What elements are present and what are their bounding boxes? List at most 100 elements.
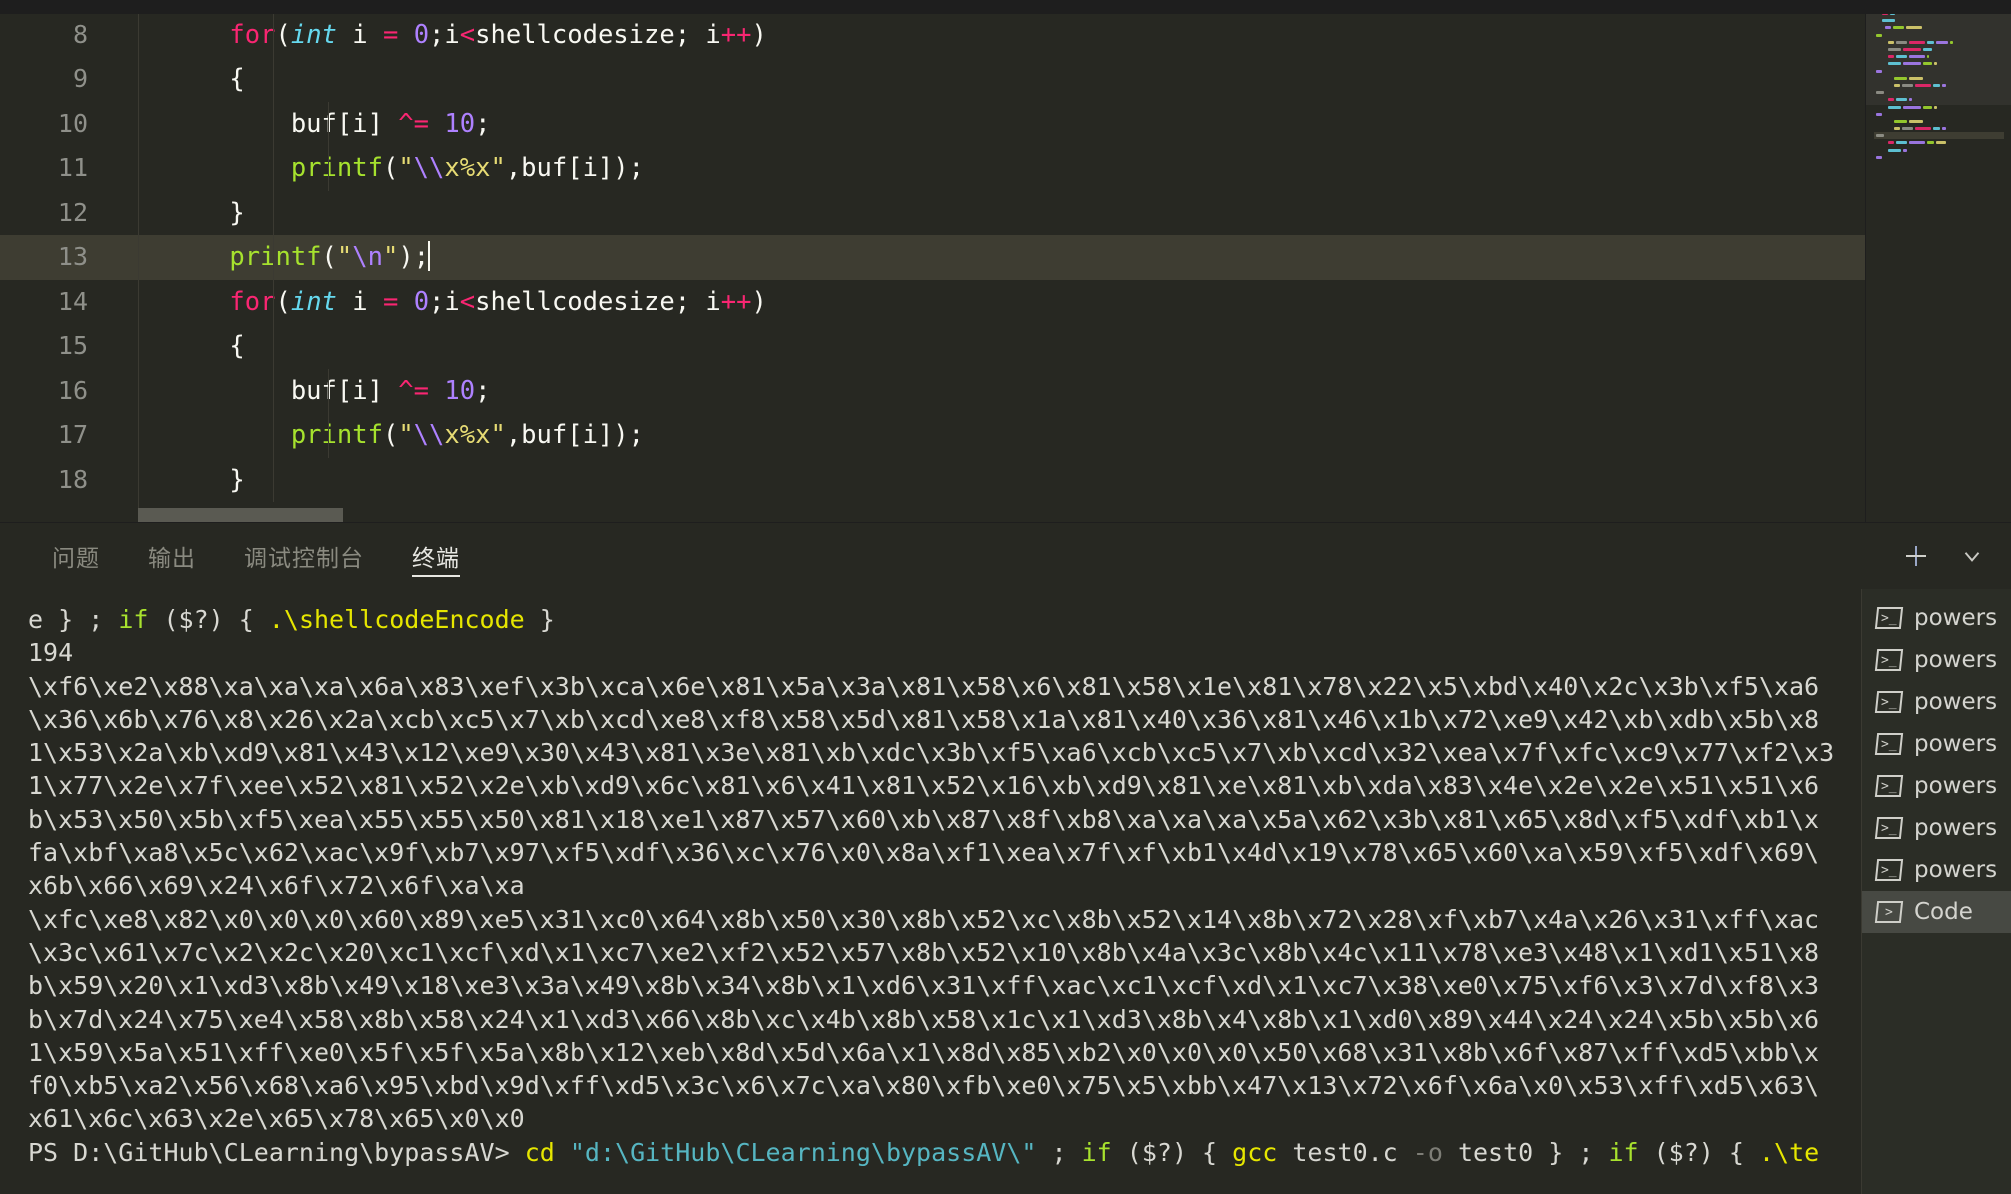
terminal-icon-glyph: >_ [1881,820,1897,836]
editor-viewport[interactable]: 7 printf("%d\n",shellcodesize);8 for(int… [0,0,2011,522]
minimap-token [1876,33,1882,37]
code-line-text: buf[i] ^= 10; [110,101,491,146]
terminal-text: 194 [28,638,74,668]
code-token: for [229,19,276,50]
terminal-instance-7[interactable]: > Code [1862,891,2011,933]
panel-options-button[interactable] [1955,539,1989,573]
terminal-text: PS D:\GitHub\CLearning\bypassAV> [28,1137,525,1167]
code-editor[interactable]: 7 printf("%d\n",shellcodesize);8 for(int… [0,0,2011,522]
code-token: ( [321,242,337,272]
code-token: i [336,286,383,317]
minimap-token [1909,55,1925,59]
terminal-text: x6b\x66\x69\x24\x6f\x72\x6f\xa\xa [28,871,525,901]
indent-guide [273,457,274,502]
editor-horizontal-scrollbar[interactable] [0,508,2011,522]
indent-guide [273,12,274,57]
code-token: shellcodesize; i [475,19,721,50]
terminal-instance-6[interactable]: >_ powers [1862,849,2011,891]
panel-tab-3[interactable]: 终端 [388,523,484,589]
code-token: 0 [413,286,430,317]
minimap-token [1934,105,1937,109]
minimap-indent [1874,55,1886,58]
code-token: = [382,19,399,50]
code-token: ;i [429,19,460,50]
terminal-text: \x36\x6b\x76\x8\x26\x2a\xcb\xc5\x7\xb\xc… [28,704,1820,734]
code-token: ; [475,108,491,139]
minimap-token [1950,40,1953,44]
terminal-powershell-icon: >_ [1874,691,1904,713]
panel-tab-1[interactable]: 输出 [124,523,220,589]
vscode-window: 7 printf("%d\n",shellcodesize);8 for(int… [0,0,2011,1194]
indent-guide [273,368,274,413]
code-line[interactable]: 15 { [0,324,2011,369]
code-line[interactable]: 17 printf("\\x%x",buf[i]); [0,413,2011,458]
terminal-instance-3[interactable]: >_ powers [1862,723,2011,765]
terminal-line: b\x7d\x24\x75\xe4\x58\x8b\x58\x24\x1\xd3… [28,1003,1861,1036]
editor-minimap[interactable] [1865,0,2011,522]
panel-tab-2[interactable]: 调试控制台 [220,523,388,589]
new-terminal-button[interactable] [1899,539,1933,573]
terminal-text: if [118,605,149,634]
code-token: < [459,19,476,50]
line-number: 15 [57,331,88,360]
panel-tab-0[interactable]: 问题 [28,523,124,589]
indent-guide [328,101,329,146]
minimap-indent [1874,41,1886,44]
code-line[interactable]: 11 printf("\\x%x",buf[i]); [0,146,2011,191]
minimap-token [1894,76,1907,80]
minimap-token [1888,55,1894,59]
code-token: " [490,153,506,183]
terminal-text: \xf6\xe2\x88\xa\xa\xa\x6a\x83\xef\x3b\xc… [28,671,1820,701]
minimap-line [1874,46,2004,53]
minimap-token [1894,127,1900,131]
minimap-line [1874,60,2004,67]
terminal-line: 1\x59\x5a\x51\xff\xe0\x5f\x5f\x5a\x8b\x1… [28,1036,1861,1069]
terminal-instance-2[interactable]: >_ powers [1862,681,2011,723]
minimap-token [1915,127,1931,131]
code-line[interactable]: 18 } [0,457,2011,502]
code-line[interactable]: 12 } [0,190,2011,235]
minimap-token [1934,62,1937,66]
terminal-instance-0[interactable]: >_ powers [1862,597,2011,639]
terminal-text: gcc [1232,1137,1278,1167]
code-line[interactable]: 13 printf("\n"); [0,235,2011,280]
terminal-text: ($?) { [1111,1137,1233,1167]
code-line[interactable]: 10 buf[i] ^= 10; [0,101,2011,146]
minimap-token [1896,55,1907,59]
terminal-instance-1[interactable]: >_ powers [1862,639,2011,681]
code-token: shellcodesize; i [475,286,721,317]
indent-guide [273,57,274,102]
minimap-token [1936,40,1948,44]
code-line[interactable]: 16 buf[i] ^= 10; [0,368,2011,413]
code-line[interactable]: 9 { [0,57,2011,102]
minimap-token [1876,134,1884,138]
indent-guide [273,279,274,324]
code-token: for [229,286,276,317]
code-token: buf[i] [168,108,399,139]
terminal-powershell-icon: >_ [1874,859,1904,881]
terminal-instance-5[interactable]: >_ powers [1862,807,2011,849]
code-token: buf[i] [168,375,399,406]
line-number: 9 [72,64,88,93]
terminal-line: fa\xbf\xa8\x5c\x62\xac\x9f\xb7\x97\xf5\x… [28,836,1861,869]
terminal-line: e } ; if ($?) { .\shellcodeEncode } [28,603,1861,636]
terminal-line: 194 [28,636,1861,669]
code-line[interactable]: 14 for(int i = 0;i<shellcodesize; i++) [0,279,2011,324]
terminal-text: \xfc\xe8\x82\x0\x0\x0\x60\x89\xe5\x31\xc… [28,904,1820,934]
minimap-indent [1874,98,1886,101]
terminal-line: \xfc\xe8\x82\x0\x0\x0\x60\x89\xe5\x31\xc… [28,903,1861,936]
terminal-instance-4[interactable]: >_ powers [1862,765,2011,807]
minimap-token [1876,91,1884,95]
code-line[interactable]: 8 for(int i = 0;i<shellcodesize; i++) [0,12,2011,57]
chevron-down-icon [1964,552,1980,562]
scrollbar-thumb[interactable] [138,508,343,522]
terminal-instance-list[interactable]: >_ powers >_ powers >_ powers >_ powers >_ powers… [1861,589,2011,1194]
minimap-token [1927,55,1929,59]
minimap-token [1909,40,1925,44]
code-token: " [382,242,399,272]
minimap-indent [1874,26,1883,29]
code-token: } [168,464,245,495]
terminal-output[interactable]: e } ; if ($?) { .\shellcodeEncode } 194 \x… [0,589,1861,1194]
